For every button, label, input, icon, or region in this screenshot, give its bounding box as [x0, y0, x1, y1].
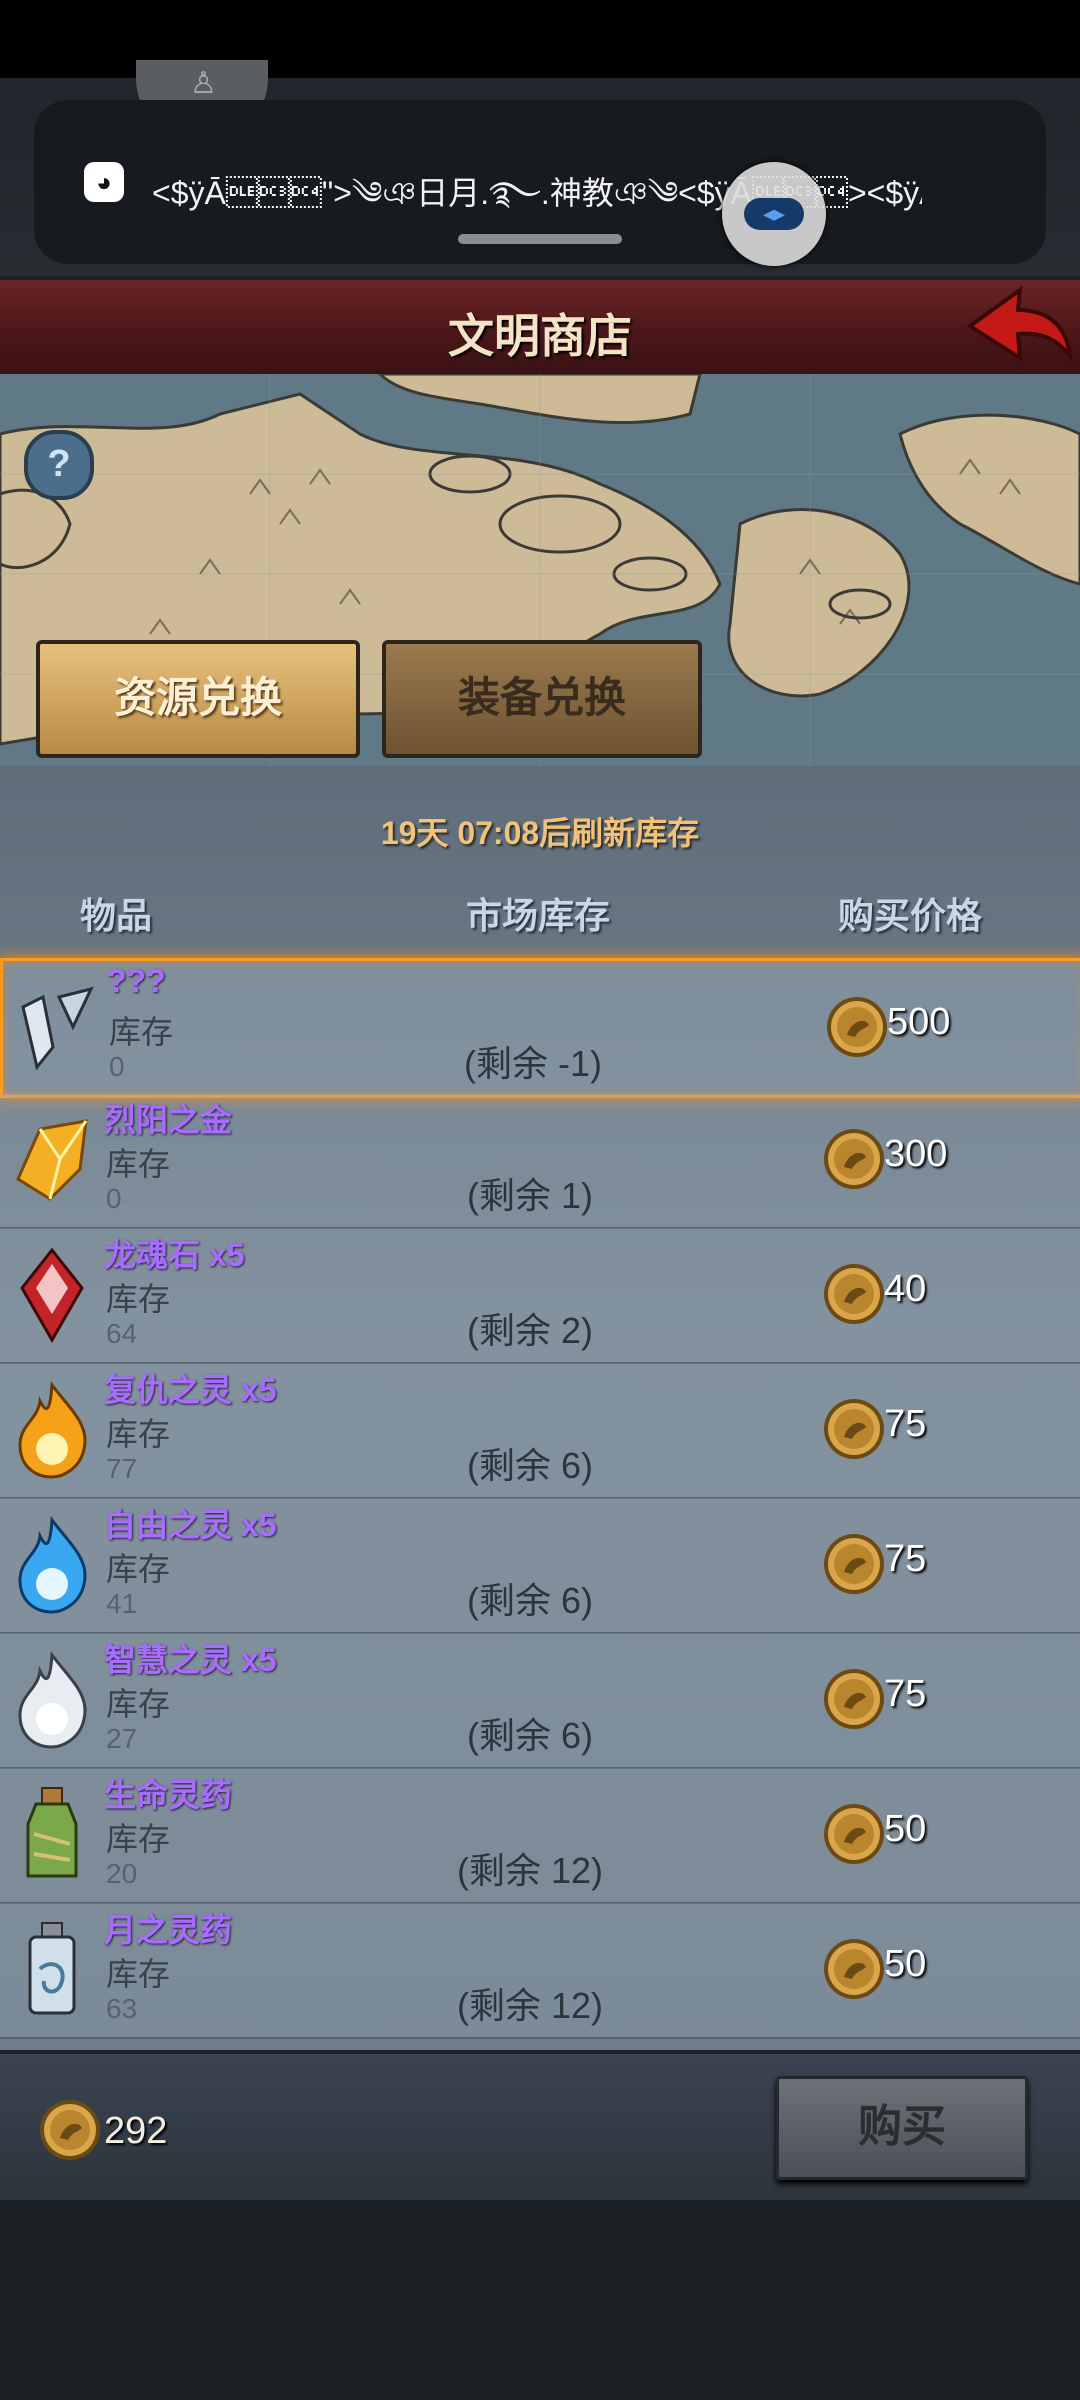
shop-item-row[interactable]: 复仇之灵 x5 库存 77 (剩余 6) 75 — [0, 1363, 1080, 1499]
item-price: 50 — [884, 1808, 927, 1850]
tab-equipment-exchange[interactable]: 装备兑换 — [382, 640, 702, 758]
shop-header: 文明商店 — [0, 280, 1080, 378]
gold-coin-icon — [824, 1804, 884, 1864]
market-remaining: (剩余 2) — [466, 1310, 593, 1351]
stock-label: 库存 — [106, 1416, 171, 1452]
item-price: 75 — [884, 1673, 927, 1715]
owned-count: 27 — [106, 1723, 138, 1754]
market-remaining: (剩余 1) — [466, 1175, 593, 1216]
stock-label: 库存 — [106, 1686, 171, 1722]
refresh-suffix: 后刷新库存 — [539, 815, 700, 851]
help-button[interactable]: ? — [24, 430, 94, 500]
item-name: 自由之灵 x5 — [104, 1507, 277, 1543]
refresh-time: 07:08 — [457, 815, 540, 851]
white-spirit-icon — [10, 1649, 94, 1749]
floating-assistant-button[interactable]: ◂▸ — [722, 162, 826, 266]
sun-gold-icon — [10, 1109, 94, 1209]
item-name: 智慧之灵 x5 — [104, 1642, 277, 1678]
moon-elixir-icon — [10, 1919, 94, 2019]
bottom-area — [0, 2200, 1080, 2400]
market-remaining: (剩余 6) — [466, 1445, 593, 1486]
owned-count: 77 — [106, 1453, 138, 1484]
bell-icon: ♙ — [190, 67, 217, 100]
column-header-market-stock: 市场库存 — [466, 895, 611, 936]
stock-label: 库存 — [106, 1281, 171, 1317]
fire-spirit-icon — [10, 1379, 94, 1479]
owned-count: 0 — [106, 1183, 122, 1214]
column-header-price: 购买价格 — [838, 895, 983, 936]
gold-coin-icon — [824, 1939, 884, 1999]
back-arrow-icon[interactable] — [964, 282, 1074, 368]
market-remaining: (剩余 12) — [456, 1985, 604, 2026]
gold-coin-icon — [824, 1399, 884, 1459]
market-remaining: (剩余 12) — [456, 1850, 604, 1891]
dragon-soul-stone-icon — [10, 1244, 94, 1344]
item-name: 烈阳之金 — [104, 1102, 233, 1138]
refresh-days: 19天 — [380, 815, 449, 851]
owned-count: 64 — [106, 1318, 138, 1349]
life-elixir-icon — [10, 1784, 94, 1884]
column-header-item: 物品 — [80, 895, 153, 936]
item-price: 300 — [884, 1133, 948, 1175]
floating-assistant-icon: ◂▸ — [744, 198, 804, 230]
item-price: 50 — [884, 1943, 927, 1985]
shop-item-row[interactable]: 生命灵药库存 20 (剩余 12) 50 — [0, 1768, 1080, 1904]
qq-penguin-icon: ◕ — [84, 162, 124, 202]
gold-coin-icon — [824, 1534, 884, 1594]
shop-item-row[interactable]: 智慧之灵 x5 库存 27 (剩余 6) 75 — [0, 1633, 1080, 1769]
blue-spirit-icon — [10, 1514, 94, 1614]
gold-balance: 292 — [104, 2110, 168, 2152]
item-price: 75 — [884, 1403, 927, 1445]
refresh-notice: 19天 07:08后刷新库存 — [0, 806, 1080, 860]
stock-label: 库存 — [106, 1146, 171, 1182]
item-name: 月之灵药 — [104, 1912, 233, 1948]
tab-resource-exchange[interactable]: 资源兑换 — [36, 640, 360, 758]
stock-label: 库存 — [106, 1551, 171, 1587]
owned-count: 41 — [106, 1588, 138, 1619]
market-remaining: (剩余 6) — [466, 1580, 593, 1621]
gold-coin-icon — [824, 1129, 884, 1189]
gold-coin-icon — [824, 1669, 884, 1729]
item-price: 75 — [884, 1538, 927, 1580]
stock-label: 库存 — [109, 1014, 174, 1050]
notification-drag-handle[interactable] — [458, 234, 622, 244]
shop-item-row[interactable]: 烈阳之金库存 0 (剩余 1) 300 — [0, 1093, 1080, 1229]
item-name: 复仇之灵 x5 — [104, 1372, 277, 1408]
shop-item-row[interactable]: 自由之灵 x5 库存 41 (剩余 6) 75 — [0, 1498, 1080, 1634]
item-price: 500 — [887, 1001, 951, 1043]
market-remaining: (剩余 6) — [466, 1715, 593, 1756]
gold-coin-icon — [824, 1264, 884, 1324]
owned-count: 0 — [109, 1051, 125, 1082]
item-name: ??? — [107, 963, 166, 999]
stock-label: 库存 — [106, 1821, 171, 1857]
buy-button[interactable]: 购买 — [776, 2076, 1028, 2180]
page-title: 文明商店 — [448, 310, 632, 362]
shop-item-row[interactable]: 龙魂石 x5 库存 64 (剩余 2) 40 — [0, 1228, 1080, 1364]
gold-coin-icon — [40, 2100, 100, 2160]
item-price: 40 — [884, 1268, 927, 1310]
owned-count: 20 — [106, 1858, 138, 1889]
shop-item-row[interactable]: ??? 库存 0 (剩余 -1) 500 — [0, 958, 1080, 1098]
market-remaining: (剩余 -1) — [464, 1043, 602, 1084]
shop-item-row[interactable]: 月之灵药库存 63 (剩余 12) 50 — [0, 1903, 1080, 2039]
crystal-shards-icon — [13, 977, 97, 1077]
owned-count: 63 — [106, 1993, 138, 2024]
item-name: 龙魂石 x5 — [104, 1237, 245, 1273]
item-name: 生命灵药 — [104, 1777, 233, 1813]
stock-label: 库存 — [106, 1956, 171, 1992]
gold-coin-icon — [827, 997, 887, 1057]
